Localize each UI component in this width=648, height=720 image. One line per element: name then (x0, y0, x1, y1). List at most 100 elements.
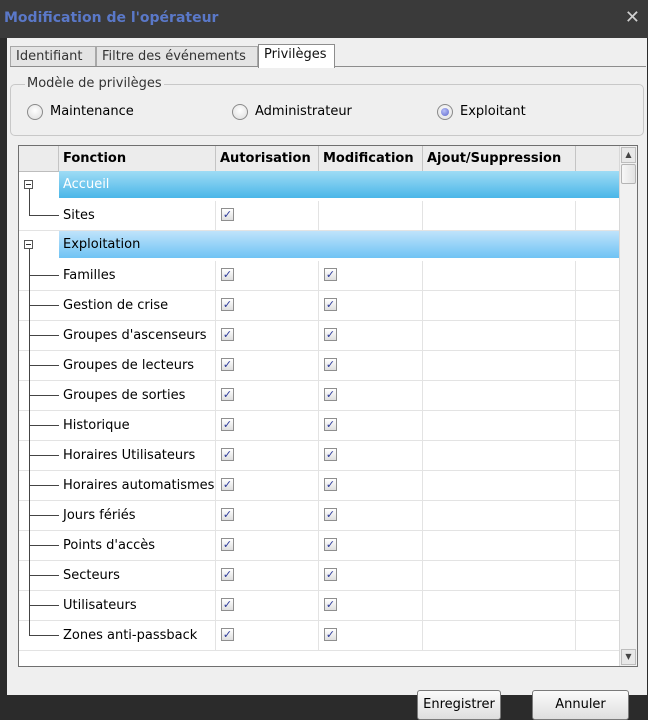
ajout-cell (423, 321, 576, 350)
title-bar: Modification de l'opérateur ✕ (0, 0, 648, 38)
tree-connector (29, 365, 59, 366)
header-ajout-suppression[interactable]: Ajout/Suppression (423, 146, 576, 171)
table-row[interactable]: Zones anti-passback ✓ ✓ (19, 621, 621, 651)
modification-cell: ✓ (319, 591, 423, 620)
modification-cell: ✓ (319, 471, 423, 500)
fonction-cell: Horaires Utilisateurs (59, 441, 216, 470)
table-row[interactable]: Utilisateurs ✓ ✓ (19, 591, 621, 621)
checkbox[interactable]: ✓ (221, 568, 234, 581)
ajout-cell (423, 471, 576, 500)
vertical-scrollbar[interactable]: ▲ ▼ (619, 146, 637, 666)
table-row[interactable]: Jours fériés ✓ ✓ (19, 501, 621, 531)
checkbox[interactable]: ✓ (324, 448, 337, 461)
checkbox[interactable]: ✓ (221, 388, 234, 401)
checkbox[interactable]: ✓ (324, 358, 337, 371)
ajout-cell (423, 501, 576, 530)
table-row[interactable]: Groupes de sorties ✓ ✓ (19, 381, 621, 411)
checkbox[interactable]: ✓ (221, 268, 234, 281)
checkbox[interactable]: ✓ (324, 598, 337, 611)
checkbox[interactable]: ✓ (324, 328, 337, 341)
table-row[interactable]: Horaires Utilisateurs ✓ ✓ (19, 441, 621, 471)
scroll-thumb[interactable] (621, 164, 636, 184)
scroll-down-icon[interactable]: ▼ (621, 649, 636, 665)
checkbox[interactable]: ✓ (324, 418, 337, 431)
radio-label: Maintenance (50, 104, 134, 119)
checkbox[interactable]: ✓ (221, 538, 234, 551)
scroll-up-icon[interactable]: ▲ (621, 147, 636, 163)
modification-cell: ✓ (319, 291, 423, 320)
table-row[interactable]: Horaires automatismes ✓ ✓ (19, 471, 621, 501)
ajout-cell (423, 261, 576, 290)
radio-label: Administrateur (255, 104, 352, 119)
radio-circle[interactable] (27, 104, 43, 120)
autorisation-cell: ✓ (216, 591, 319, 620)
tab-label: Privilèges (264, 47, 327, 62)
ajout-cell (423, 201, 576, 230)
checkbox[interactable]: ✓ (221, 628, 234, 641)
header-tree-column (19, 146, 59, 171)
collapse-icon[interactable] (24, 180, 33, 189)
header-fonction[interactable]: Fonction (59, 146, 216, 171)
tree-line (29, 189, 30, 215)
fonction-cell: Familles (59, 261, 216, 290)
fonction-cell: Secteurs (59, 561, 216, 590)
checkbox[interactable]: ✓ (324, 268, 337, 281)
checkbox[interactable]: ✓ (221, 508, 234, 521)
checkbox[interactable]: ✓ (324, 568, 337, 581)
ajout-cell (423, 291, 576, 320)
window-title: Modification de l'opérateur (4, 10, 219, 26)
checkbox[interactable]: ✓ (221, 448, 234, 461)
table-row[interactable]: Gestion de crise ✓ ✓ (19, 291, 621, 321)
tree-line (29, 249, 30, 635)
tree-connector (29, 275, 59, 276)
checkbox[interactable]: ✓ (221, 598, 234, 611)
checkbox[interactable]: ✓ (221, 208, 234, 221)
radio-circle[interactable] (232, 104, 248, 120)
close-icon[interactable]: ✕ (625, 7, 640, 28)
modification-cell: ✓ (319, 351, 423, 380)
checkbox[interactable]: ✓ (221, 298, 234, 311)
autorisation-cell: ✓ (216, 261, 319, 290)
header-autorisation[interactable]: Autorisation (216, 146, 319, 171)
table-row[interactable]: Secteurs ✓ ✓ (19, 561, 621, 591)
checkbox[interactable]: ✓ (324, 298, 337, 311)
fonction-cell: Historique (59, 411, 216, 440)
checkbox[interactable]: ✓ (324, 628, 337, 641)
ajout-cell (423, 381, 576, 410)
modification-cell: ✓ (319, 561, 423, 590)
tab-privileges[interactable]: Privilèges (258, 44, 335, 68)
table-row[interactable]: Familles ✓ ✓ (19, 261, 621, 291)
tab-filtre-evenements[interactable]: Filtre des événements (96, 46, 258, 66)
checkbox[interactable]: ✓ (324, 508, 337, 521)
tab-label: Filtre des événements (102, 49, 246, 64)
tree-connector (29, 515, 59, 516)
header-modification[interactable]: Modification (319, 146, 423, 171)
table-row[interactable]: Points d'accès ✓ ✓ (19, 531, 621, 561)
autorisation-cell: ✓ (216, 351, 319, 380)
table-row[interactable]: Sites ✓ (19, 201, 621, 231)
ajout-cell (423, 441, 576, 470)
checkbox[interactable]: ✓ (221, 358, 234, 371)
group-row[interactable]: Exploitation (19, 231, 621, 258)
collapse-icon[interactable] (24, 240, 33, 249)
tab-identifiant[interactable]: Identifiant (10, 46, 96, 66)
table-row[interactable]: Groupes d'ascenseurs ✓ ✓ (19, 321, 621, 351)
group-label: Exploitation (59, 231, 621, 258)
table-row[interactable]: Historique ✓ ✓ (19, 411, 621, 441)
modification-cell: ✓ (319, 261, 423, 290)
tree-connector (29, 305, 59, 306)
checkbox[interactable]: ✓ (221, 418, 234, 431)
tree-connector (29, 635, 59, 636)
group-row[interactable]: Accueil (19, 171, 621, 198)
checkbox[interactable]: ✓ (324, 388, 337, 401)
fonction-cell: Groupes de sorties (59, 381, 216, 410)
radio-circle-selected[interactable] (437, 104, 453, 120)
table-row[interactable]: Groupes de lecteurs ✓ ✓ (19, 351, 621, 381)
autorisation-cell: ✓ (216, 321, 319, 350)
checkbox[interactable]: ✓ (324, 478, 337, 491)
autorisation-cell: ✓ (216, 561, 319, 590)
checkbox[interactable]: ✓ (221, 478, 234, 491)
checkbox[interactable]: ✓ (221, 328, 234, 341)
autorisation-cell: ✓ (216, 201, 319, 230)
checkbox[interactable]: ✓ (324, 538, 337, 551)
